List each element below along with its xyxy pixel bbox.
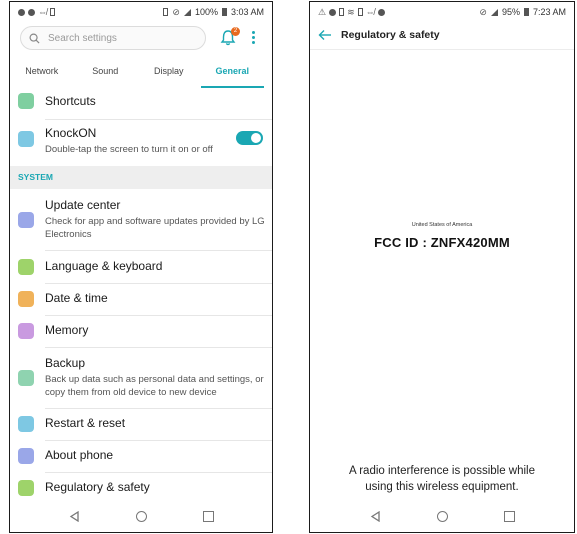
list-item-knockon[interactable]: KnockON Double-tap the screen to turn it… [10,120,272,166]
usb-icon: ⇎ [365,6,375,17]
battery-icon [523,8,529,16]
list-item-memory[interactable]: Memory [10,316,272,348]
nav-bar [10,500,272,532]
status-bar: ⚠ ≋ ⇎ ⊘ 95% 7:23 AM [310,2,574,22]
date-time-icon [18,291,34,307]
signal-icon [183,8,191,16]
search-icon [29,33,40,44]
header-divider [310,49,574,50]
no-sim-icon: ⊘ [479,6,487,17]
memory-icon [18,323,34,339]
status-icon-message [339,8,345,16]
back-arrow-icon[interactable] [318,29,332,41]
status-time: 3:03 AM [230,7,264,17]
update-center-subtitle: Check for app and software updates provi… [45,216,265,240]
battery-icon [221,8,227,16]
tab-general[interactable]: General [200,60,264,88]
list-item-about-phone[interactable]: About phone [10,441,272,473]
interference-notice: A radio interference is possible while u… [348,465,536,493]
list-item-date-time[interactable]: Date & time [10,284,272,316]
backup-title: Backup [45,356,86,370]
about-phone-title: About phone [45,448,114,462]
back-icon[interactable] [370,510,381,522]
language-icon [18,259,34,275]
nav-bar [310,500,574,532]
home-icon[interactable] [135,510,147,522]
warning-icon: ⚠ [318,6,327,17]
vibrate-icon [163,8,169,16]
date-time-title: Date & time [45,291,108,305]
notification-badge: 2 [231,27,240,36]
settings-tabs: Network Sound Display General [10,60,272,88]
search-input[interactable] [46,31,190,45]
update-center-icon [18,212,34,228]
list-item-update-center[interactable]: Update center Check for app and software… [10,190,272,248]
no-sim-icon: ⊘ [172,6,180,17]
backup-icon [18,370,34,386]
knockon-icon [18,131,34,147]
restart-reset-title: Restart & reset [45,416,126,430]
status-time: 7:23 AM [532,7,566,17]
signal-icon [490,8,498,16]
tab-network[interactable]: Network [10,60,74,88]
status-icon-alarm [28,8,35,16]
knockon-subtitle: Double-tap the screen to turn it on or o… [45,144,213,155]
more-options-icon[interactable] [250,30,256,46]
list-item-shortcuts[interactable]: Shortcuts [10,88,272,118]
page-title: Regulatory & safety [341,29,440,41]
fcc-id-label: FCC ID : ZNFX420MM [374,235,510,250]
battery-percent: 95% [501,7,520,17]
recent-apps-icon[interactable] [202,510,214,522]
restart-reset-icon [18,416,34,432]
status-icon-sim [357,8,363,16]
country-label: United States of America [411,222,473,228]
regulatory-title: Regulatory & safety [45,480,150,494]
list-item-backup[interactable]: Backup Back up data such as personal dat… [10,348,272,408]
back-icon[interactable] [69,510,80,522]
search-bar[interactable] [20,26,206,50]
settings-screen: ⇎ ⊘ 100% 3:03 AM 2 Network Sound Display… [9,1,273,533]
tab-sound[interactable]: Sound [74,60,138,88]
battery-percent: 100% [194,7,218,17]
backup-subtitle: Back up data such as personal data and s… [45,374,264,398]
toggle-knob [251,133,261,143]
regulatory-icon [18,480,34,496]
knockon-toggle[interactable] [236,131,263,145]
status-bar: ⇎ ⊘ 100% 3:03 AM [10,2,272,22]
regulatory-screen: ⚠ ≋ ⇎ ⊘ 95% 7:23 AM Regulatory & safety … [309,1,575,533]
language-title: Language & keyboard [45,259,163,273]
knockon-title: KnockON [45,126,97,140]
status-icon-alarm [329,8,337,16]
shortcuts-title: Shortcuts [45,94,96,108]
status-icon-sim [50,8,55,16]
about-phone-icon [18,448,34,464]
status-icon-usb: ⇎ [38,6,47,17]
shortcuts-icon [18,93,34,109]
recent-apps-icon[interactable] [503,510,515,522]
tab-display[interactable]: Display [137,60,201,88]
list-item-restart-reset[interactable]: Restart & reset [10,409,272,441]
android-icon [377,8,385,16]
section-header-system: SYSTEM [10,166,272,189]
update-center-title: Update center [45,198,121,212]
wifi-icon: ≋ [347,6,355,17]
memory-title: Memory [45,323,89,337]
home-icon[interactable] [436,510,448,522]
list-item-language[interactable]: Language & keyboard [10,251,272,283]
status-icon-shield [18,8,25,16]
